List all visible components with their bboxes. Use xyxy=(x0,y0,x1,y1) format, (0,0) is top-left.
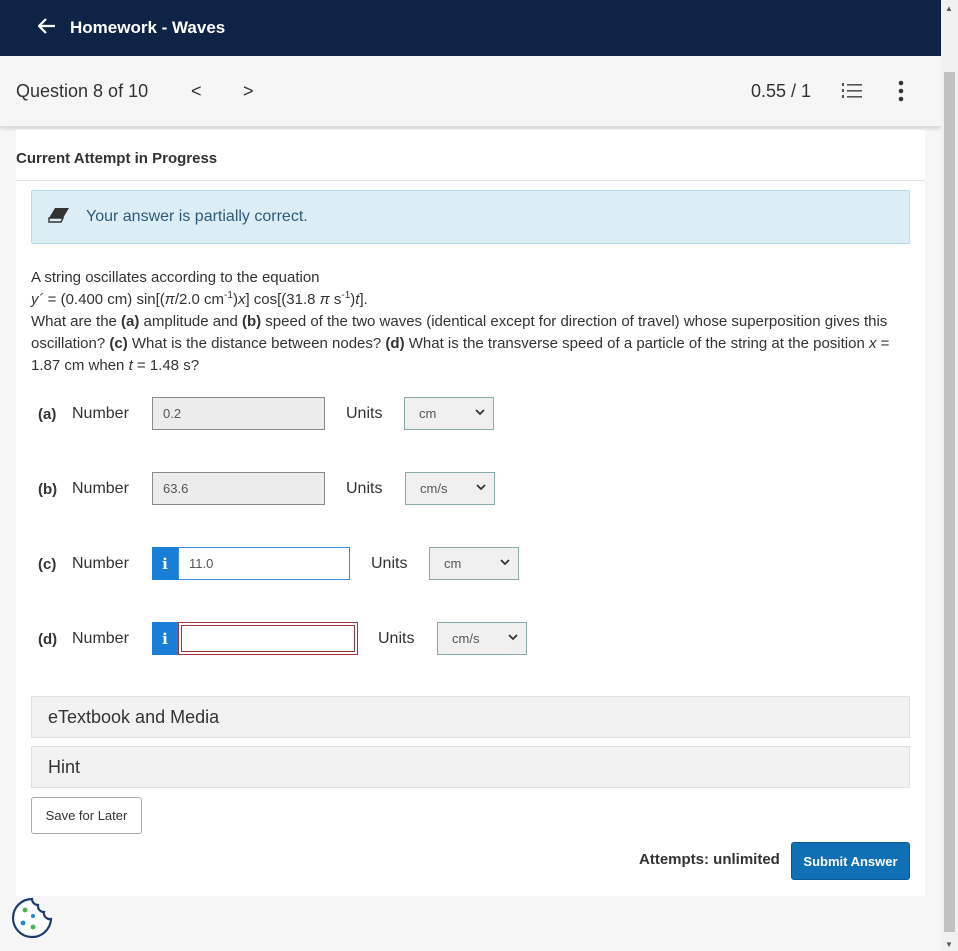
answer-a-input[interactable]: 0.2 xyxy=(152,397,325,430)
attempt-heading: Current Attempt in Progress xyxy=(16,150,218,167)
arrow-left-icon xyxy=(37,18,55,34)
answer-b-input[interactable]: 63.6 xyxy=(152,472,325,505)
answer-b-unit-select[interactable]: cm/s xyxy=(405,472,495,505)
question-nav: Question 8 of 10 < > 0.55 / 1 xyxy=(0,56,941,127)
eraser-icon xyxy=(48,208,69,223)
selected-unit: cm xyxy=(419,406,437,421)
chevron-down-icon xyxy=(508,634,518,641)
number-label: Number xyxy=(72,405,129,422)
answer-row-b: (b) Number xyxy=(38,472,129,506)
cookie-settings-icon[interactable] xyxy=(11,897,53,939)
chevron-down-icon xyxy=(475,409,485,416)
question-equation: y´ = (0.400 cm) sin[(π/2.0 cm-1)x] cos[(… xyxy=(31,290,368,309)
question-counter: Question 8 of 10 xyxy=(16,80,149,101)
page-scrollbar[interactable]: ▲ ▼ xyxy=(941,0,958,951)
etextbook-accordion[interactable]: eTextbook and Media xyxy=(31,696,910,738)
numbered-list-icon[interactable] xyxy=(842,82,862,100)
vertical-ellipsis-icon[interactable] xyxy=(897,80,905,102)
save-for-later-button[interactable]: Save for Later xyxy=(31,797,142,834)
next-question-button[interactable]: > xyxy=(243,81,254,102)
answer-c-input[interactable]: 11.0 xyxy=(178,547,350,580)
units-label: Units xyxy=(346,405,383,422)
answer-row-a: (a) Number xyxy=(38,397,129,431)
question-score: 0.55 / 1 xyxy=(751,80,812,101)
back-arrow-icon[interactable] xyxy=(37,18,56,38)
part-label: (d) xyxy=(38,630,58,648)
part-label: (a) xyxy=(38,405,57,423)
question-prompt: What are the (a) amplitude and (b) speed… xyxy=(31,313,890,374)
assignment-title[interactable]: Homework - Waves xyxy=(70,18,225,38)
answer-row-d: (d) Number xyxy=(38,622,129,656)
divider xyxy=(16,180,925,181)
number-label: Number xyxy=(72,630,129,647)
feedback-message: Your answer is partially correct. xyxy=(86,208,308,225)
question-intro: A string oscillates according to the equ… xyxy=(31,269,320,286)
info-icon[interactable]: i xyxy=(152,622,178,655)
scroll-down-arrow-icon[interactable]: ▼ xyxy=(945,940,953,949)
question-text: A string oscillates according to the equ… xyxy=(31,267,901,377)
units-label: Units xyxy=(346,480,383,497)
units-label: Units xyxy=(378,630,415,647)
part-label: (c) xyxy=(38,555,57,573)
selected-unit: cm xyxy=(444,556,462,571)
attempts-text: Attempts: unlimited xyxy=(639,851,780,868)
chevron-down-icon xyxy=(500,559,510,566)
number-label: Number xyxy=(72,480,129,497)
answer-row-c: (c) Number xyxy=(38,547,129,581)
question-card: Current Attempt in Progress Your answer … xyxy=(16,130,925,896)
units-label: Units xyxy=(371,555,408,572)
answer-a-unit-select[interactable]: cm xyxy=(404,397,494,430)
hint-accordion[interactable]: Hint xyxy=(31,746,910,788)
submit-answer-button[interactable]: Submit Answer xyxy=(791,842,910,880)
answer-d-unit-select[interactable]: cm/s xyxy=(437,622,527,655)
chevron-down-icon xyxy=(476,484,486,491)
part-label: (b) xyxy=(38,480,58,498)
scrollbar-thumb[interactable] xyxy=(944,72,955,932)
answer-c-unit-select[interactable]: cm xyxy=(429,547,519,580)
selected-unit: cm/s xyxy=(452,631,480,646)
prev-question-button[interactable]: < xyxy=(191,81,202,102)
number-label: Number xyxy=(72,555,129,572)
scroll-up-arrow-icon[interactable]: ▲ xyxy=(945,4,953,13)
header-bar: Homework - Waves xyxy=(0,0,941,56)
info-icon[interactable]: i xyxy=(152,547,178,580)
selected-unit: cm/s xyxy=(420,481,448,496)
feedback-banner: Your answer is partially correct. xyxy=(31,190,910,244)
answer-d-input[interactable] xyxy=(178,622,358,655)
